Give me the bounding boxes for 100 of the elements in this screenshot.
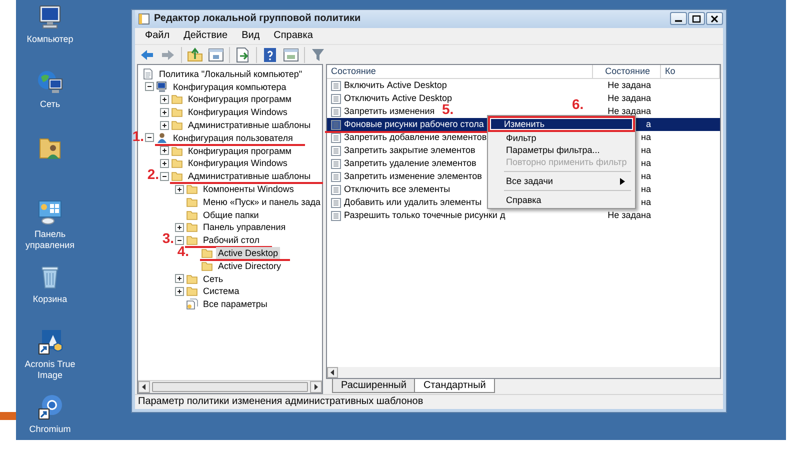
tree-item[interactable]: Сеть [201,272,226,285]
expand-icon[interactable] [160,158,169,168]
menu-item[interactable]: Действие [178,30,234,42]
scrollbar[interactable] [327,367,720,378]
policy-name[interactable]: Добавить или удалить элементы [344,196,482,210]
tree-item[interactable]: Конфигурация пользователя [171,132,295,144]
menu-item[interactable]: Изменить [488,116,635,132]
policy-name[interactable]: Запретить изменение элементов [344,170,482,184]
collapse-icon[interactable] [160,172,169,181]
expand-icon[interactable] [160,120,169,130]
step-number: 2. [147,166,159,182]
help-icon[interactable] [262,46,278,63]
tree-item[interactable]: Рабочий стол [201,234,262,246]
policy-state: на [641,131,651,144]
policy-name[interactable]: Запретить добавление элементов [344,131,487,144]
folder-icon [171,119,183,132]
tree-item[interactable]: Административные шаблоны [186,170,313,182]
close-button[interactable] [706,12,723,26]
minimize-button[interactable] [670,12,687,26]
tree-item[interactable]: Панель управления [201,221,288,234]
setting-icon [331,184,341,195]
policy-name[interactable]: Запретить изменения [344,105,435,118]
icon-label[interactable]: Acronis True Image [18,359,82,382]
expand-icon[interactable] [175,184,184,194]
column-header[interactable]: Состояние [327,65,593,78]
tree-item[interactable]: Меню «Пуск» и панель зада [201,196,323,208]
menu-item[interactable]: Все задачи [490,175,633,188]
app-icon [138,12,150,25]
export-icon[interactable] [235,46,251,63]
tree-item[interactable]: Общие папки [201,208,261,221]
tree-item[interactable]: Административные шаблоны [186,119,313,132]
up-folder-icon[interactable] [187,46,203,63]
setting-icon [331,172,341,182]
tree-item[interactable]: Active Desktop [216,246,280,259]
icon-label[interactable]: Компьютер [26,34,74,46]
tree-item[interactable]: Компоненты Windows [201,183,296,195]
tree-item[interactable]: Система [201,285,242,298]
icon-label[interactable]: Сеть [40,99,60,110]
policy-name[interactable]: Фоновые рисунки рабочего стола [344,118,484,132]
policy-name[interactable]: Отключить все элементы [344,183,450,196]
tree-item[interactable]: Active Directory [216,260,284,272]
tree-item[interactable]: Все параметры [201,298,270,310]
setting-icon [331,106,341,117]
expand-icon[interactable] [175,274,184,284]
folder-icon [201,246,213,259]
network-icon[interactable] [36,68,64,96]
control-panel-icon[interactable] [36,198,64,226]
setting-icon [331,120,341,130]
tab[interactable]: Расширенный [332,379,416,393]
policy-name[interactable]: Запретить закрытие элементов [344,144,476,158]
tree-item[interactable]: Конфигурация Windows [186,106,290,118]
folder-icon [186,285,198,298]
tree-item[interactable]: Конфигурация программ [186,93,294,106]
policy-state: на [641,196,651,210]
column-header[interactable]: Ко [661,65,720,78]
tree-item[interactable]: Политика "Локальный компьютер" [157,68,304,80]
folder-icon [171,93,183,106]
collapse-icon[interactable] [145,82,154,92]
expand-icon[interactable] [160,146,169,156]
expand-icon[interactable] [160,108,169,117]
menu-item[interactable]: Вид [236,30,266,42]
scrollbar[interactable] [138,380,322,393]
tree-item[interactable]: Конфигурация программ [186,144,294,157]
menu-item[interactable]: Файл [139,30,176,42]
menu-item[interactable]: Справка [268,30,319,42]
menu-item[interactable]: Справка [490,194,633,206]
expand-icon[interactable] [175,222,184,232]
collapse-icon[interactable] [175,236,184,245]
icon-label[interactable]: Корзина [32,294,68,306]
icon-label[interactable]: Панель управления [18,229,82,252]
folder-icon [186,221,198,234]
shortcut-icon[interactable] [36,328,64,356]
panel-icon[interactable] [208,46,224,63]
documents-icon [186,298,198,310]
minimize-icon [674,20,683,22]
folder-icon [171,144,183,157]
panel-icon[interactable] [283,46,299,63]
maximize-button[interactable] [688,12,705,26]
expand-icon[interactable] [175,286,184,296]
policy-state: Не задана [608,92,651,106]
shortcut-icon[interactable] [36,393,64,421]
user-icon [156,132,168,144]
policy-state: на [641,157,651,170]
filter-icon[interactable] [310,46,326,63]
folder-icon [186,272,198,285]
icon-label[interactable]: Chromium [29,424,71,436]
policy-name[interactable]: Разрешить только точечные рисунки д [344,209,506,222]
tab[interactable]: Стандартный [414,379,495,393]
policy-name[interactable]: Включить Active Desktop [344,79,447,92]
menu-item[interactable]: Параметры фильтра... [490,144,633,156]
menu-item[interactable]: Фильтр [490,132,633,144]
collapse-icon[interactable] [145,133,154,142]
column-header[interactable]: Состояние [593,65,661,78]
policy-state: Не задана [608,209,651,222]
tree-item[interactable]: Конфигурация Windows [186,157,290,170]
maximize-icon [692,14,701,23]
expand-icon[interactable] [160,94,169,104]
policy-name[interactable]: Запретить удаление элементов [344,157,476,170]
policy-state: на [641,144,651,158]
tree-item[interactable]: Конфигурация компьютера [171,80,288,93]
